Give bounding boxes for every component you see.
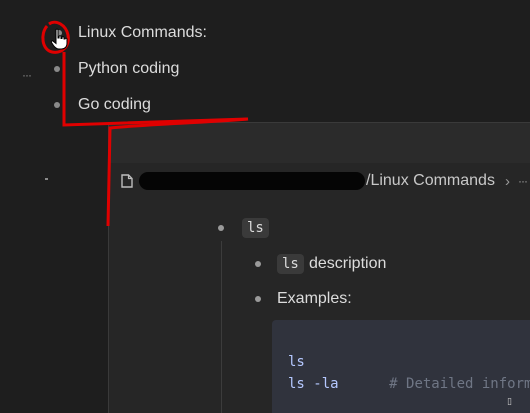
bullet-go-coding[interactable] [54, 102, 60, 108]
outline-item-python-coding[interactable]: Python coding [78, 60, 179, 78]
examples-label: Examples: [277, 290, 352, 307]
bullet-examples[interactable] [255, 296, 261, 302]
outline-item-linux-commands[interactable]: Linux Commands: [78, 24, 207, 42]
description-text: description [309, 255, 387, 272]
code-comment: # Detailed informa [389, 376, 530, 392]
app-root: Linux Commands: ··· Python coding Go cod… [0, 0, 530, 413]
code-command: ls -la [288, 376, 339, 392]
inline-code-ls-child: ls [277, 254, 304, 274]
chevron-right-icon: › [504, 172, 510, 190]
code-block[interactable]: ls ls -la # Detailed informa [272, 320, 530, 413]
breadcrumb: /Linux Commands › ··· [121, 171, 528, 191]
mouse-indicator-icon: ▯ [507, 396, 512, 406]
outline-item-go-coding[interactable]: Go coding [78, 96, 151, 114]
document-icon [121, 174, 133, 188]
hand-pointer-icon [50, 28, 68, 50]
collapsed-marker [45, 178, 48, 180]
more-options-icon[interactable]: ··· [518, 174, 528, 188]
breadcrumb-page-link[interactable]: /Linux Commands [366, 172, 495, 190]
bullet-ls[interactable] [218, 225, 224, 231]
drag-handle-icon[interactable]: ··· [22, 68, 32, 82]
code-line-1: ls [288, 354, 305, 370]
redacted-path-segment [139, 172, 365, 190]
page-preview-popup[interactable]: /Linux Commands › ··· ls ls description … [108, 122, 530, 413]
popup-header-bar [109, 123, 530, 163]
inline-code-ls: ls [242, 218, 269, 238]
code-line-2: ls -la # Detailed informa [288, 376, 530, 392]
bullet-python-coding[interactable] [54, 66, 60, 72]
bullet-ls-description[interactable] [255, 261, 261, 267]
indent-guide [221, 241, 222, 413]
